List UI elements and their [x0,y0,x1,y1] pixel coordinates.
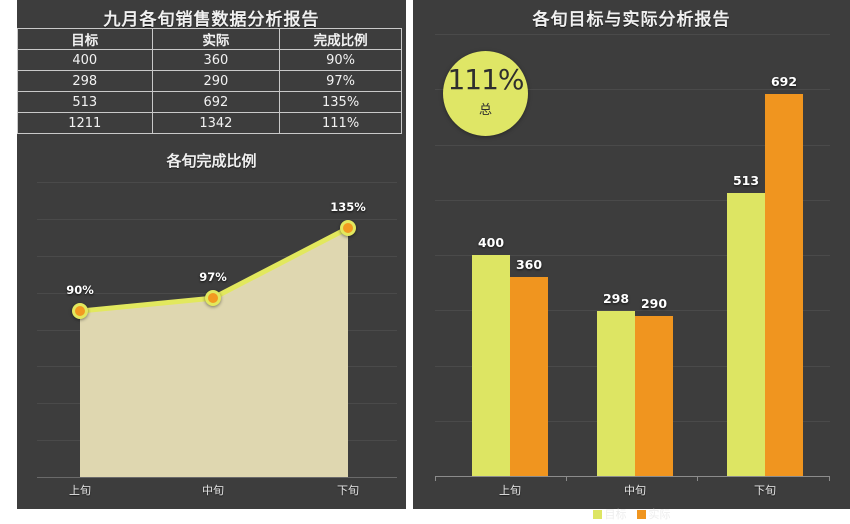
bar-data-label: 513 [732,172,760,188]
legend-label: 实际 [648,508,671,521]
left-panel-title: 九月各旬销售数据分析报告 [103,10,320,30]
bar-target [727,192,765,476]
bar-data-label: 692 [770,73,798,89]
table-cell-completion: 97% [279,70,402,92]
bar-target [472,255,510,476]
bar-actual [635,315,673,476]
table-cell-target-total: 1211 [17,112,153,134]
line-chart-data-label: 90% [66,283,94,298]
table-header-row: 目标 实际 完成比例 [17,28,402,50]
x-axis-label: 上旬 [499,484,521,497]
badge-value: 111% [447,63,524,96]
bar-data-label: 290 [640,295,668,311]
completion-ratio-line-chart: 各旬完成比例 上旬 中旬 下旬 90% 97% 135% [17,148,406,509]
table-cell-target: 513 [17,91,153,113]
x-axis-label: 下旬 [754,484,776,497]
line-chart-marker [205,290,221,307]
left-margin [0,0,17,524]
legend-item: 实际 [636,508,671,521]
badge-caption: 总 [478,103,492,118]
table-cell-completion: 135% [279,91,402,113]
panel-divider [406,0,413,509]
table-cell-completion-total: 111% [279,112,402,134]
table-cell-target: 298 [17,70,153,92]
line-chart-marker [72,303,88,320]
x-axis-tick [566,476,567,481]
bar-chart-legend: 目标 实际 [413,506,850,522]
table-cell-target: 400 [17,49,153,71]
table-header-completion: 完成比例 [279,28,402,50]
table-cell-actual: 290 [151,70,281,92]
legend-swatch [636,510,646,519]
x-axis-label: 下旬 [337,484,359,497]
bar-target [597,311,635,476]
bar-chart-x-labels: 上旬 中旬 下旬 [435,482,830,500]
bar-data-label: 360 [515,257,543,273]
legend-label: 目标 [604,508,627,521]
x-axis-label: 上旬 [69,484,91,497]
bar-data-label: 298 [602,291,630,307]
x-axis-label: 中旬 [624,484,646,497]
bar-data-label: 400 [477,235,505,250]
line-chart-data-label: 97% [199,270,227,285]
x-axis-tick [697,476,698,481]
bar-actual [765,93,803,476]
line-chart-marker [340,220,356,237]
x-axis-label: 中旬 [202,484,224,497]
bar-actual [510,277,548,476]
total-completion-badge: 111% 总 [443,51,528,136]
line-chart-title: 各旬完成比例 [166,152,257,170]
line-chart-x-labels: 上旬 中旬 下旬 [37,482,397,502]
line-chart-x-axis [37,477,397,478]
report-dashboard: 九月各旬销售数据分析报告 目标 实际 完成比例 400 360 90% 298 … [0,0,850,524]
table-row: 298 290 97% [17,70,402,92]
legend-item: 目标 [592,508,627,521]
table-row: 400 360 90% [17,49,402,71]
line-chart-data-label: 135% [330,200,366,215]
table-cell-actual-total: 1342 [151,112,281,134]
table-cell-completion: 90% [279,49,402,71]
bar-chart-x-axis [435,476,830,477]
table-cell-actual: 692 [151,91,281,113]
table-row-total: 1211 1342 111% [17,112,402,134]
x-axis-tick [829,476,830,481]
table-cell-actual: 360 [151,49,281,71]
sales-data-table: 目标 实际 完成比例 400 360 90% 298 290 97% 513 6… [17,28,402,134]
left-panel: 九月各旬销售数据分析报告 目标 实际 完成比例 400 360 90% 298 … [17,0,406,509]
legend-swatch [592,510,602,519]
x-axis-tick [435,476,436,481]
table-header-target: 目标 [17,28,153,50]
table-header-actual: 实际 [151,28,281,50]
table-row: 513 692 135% [17,91,402,113]
